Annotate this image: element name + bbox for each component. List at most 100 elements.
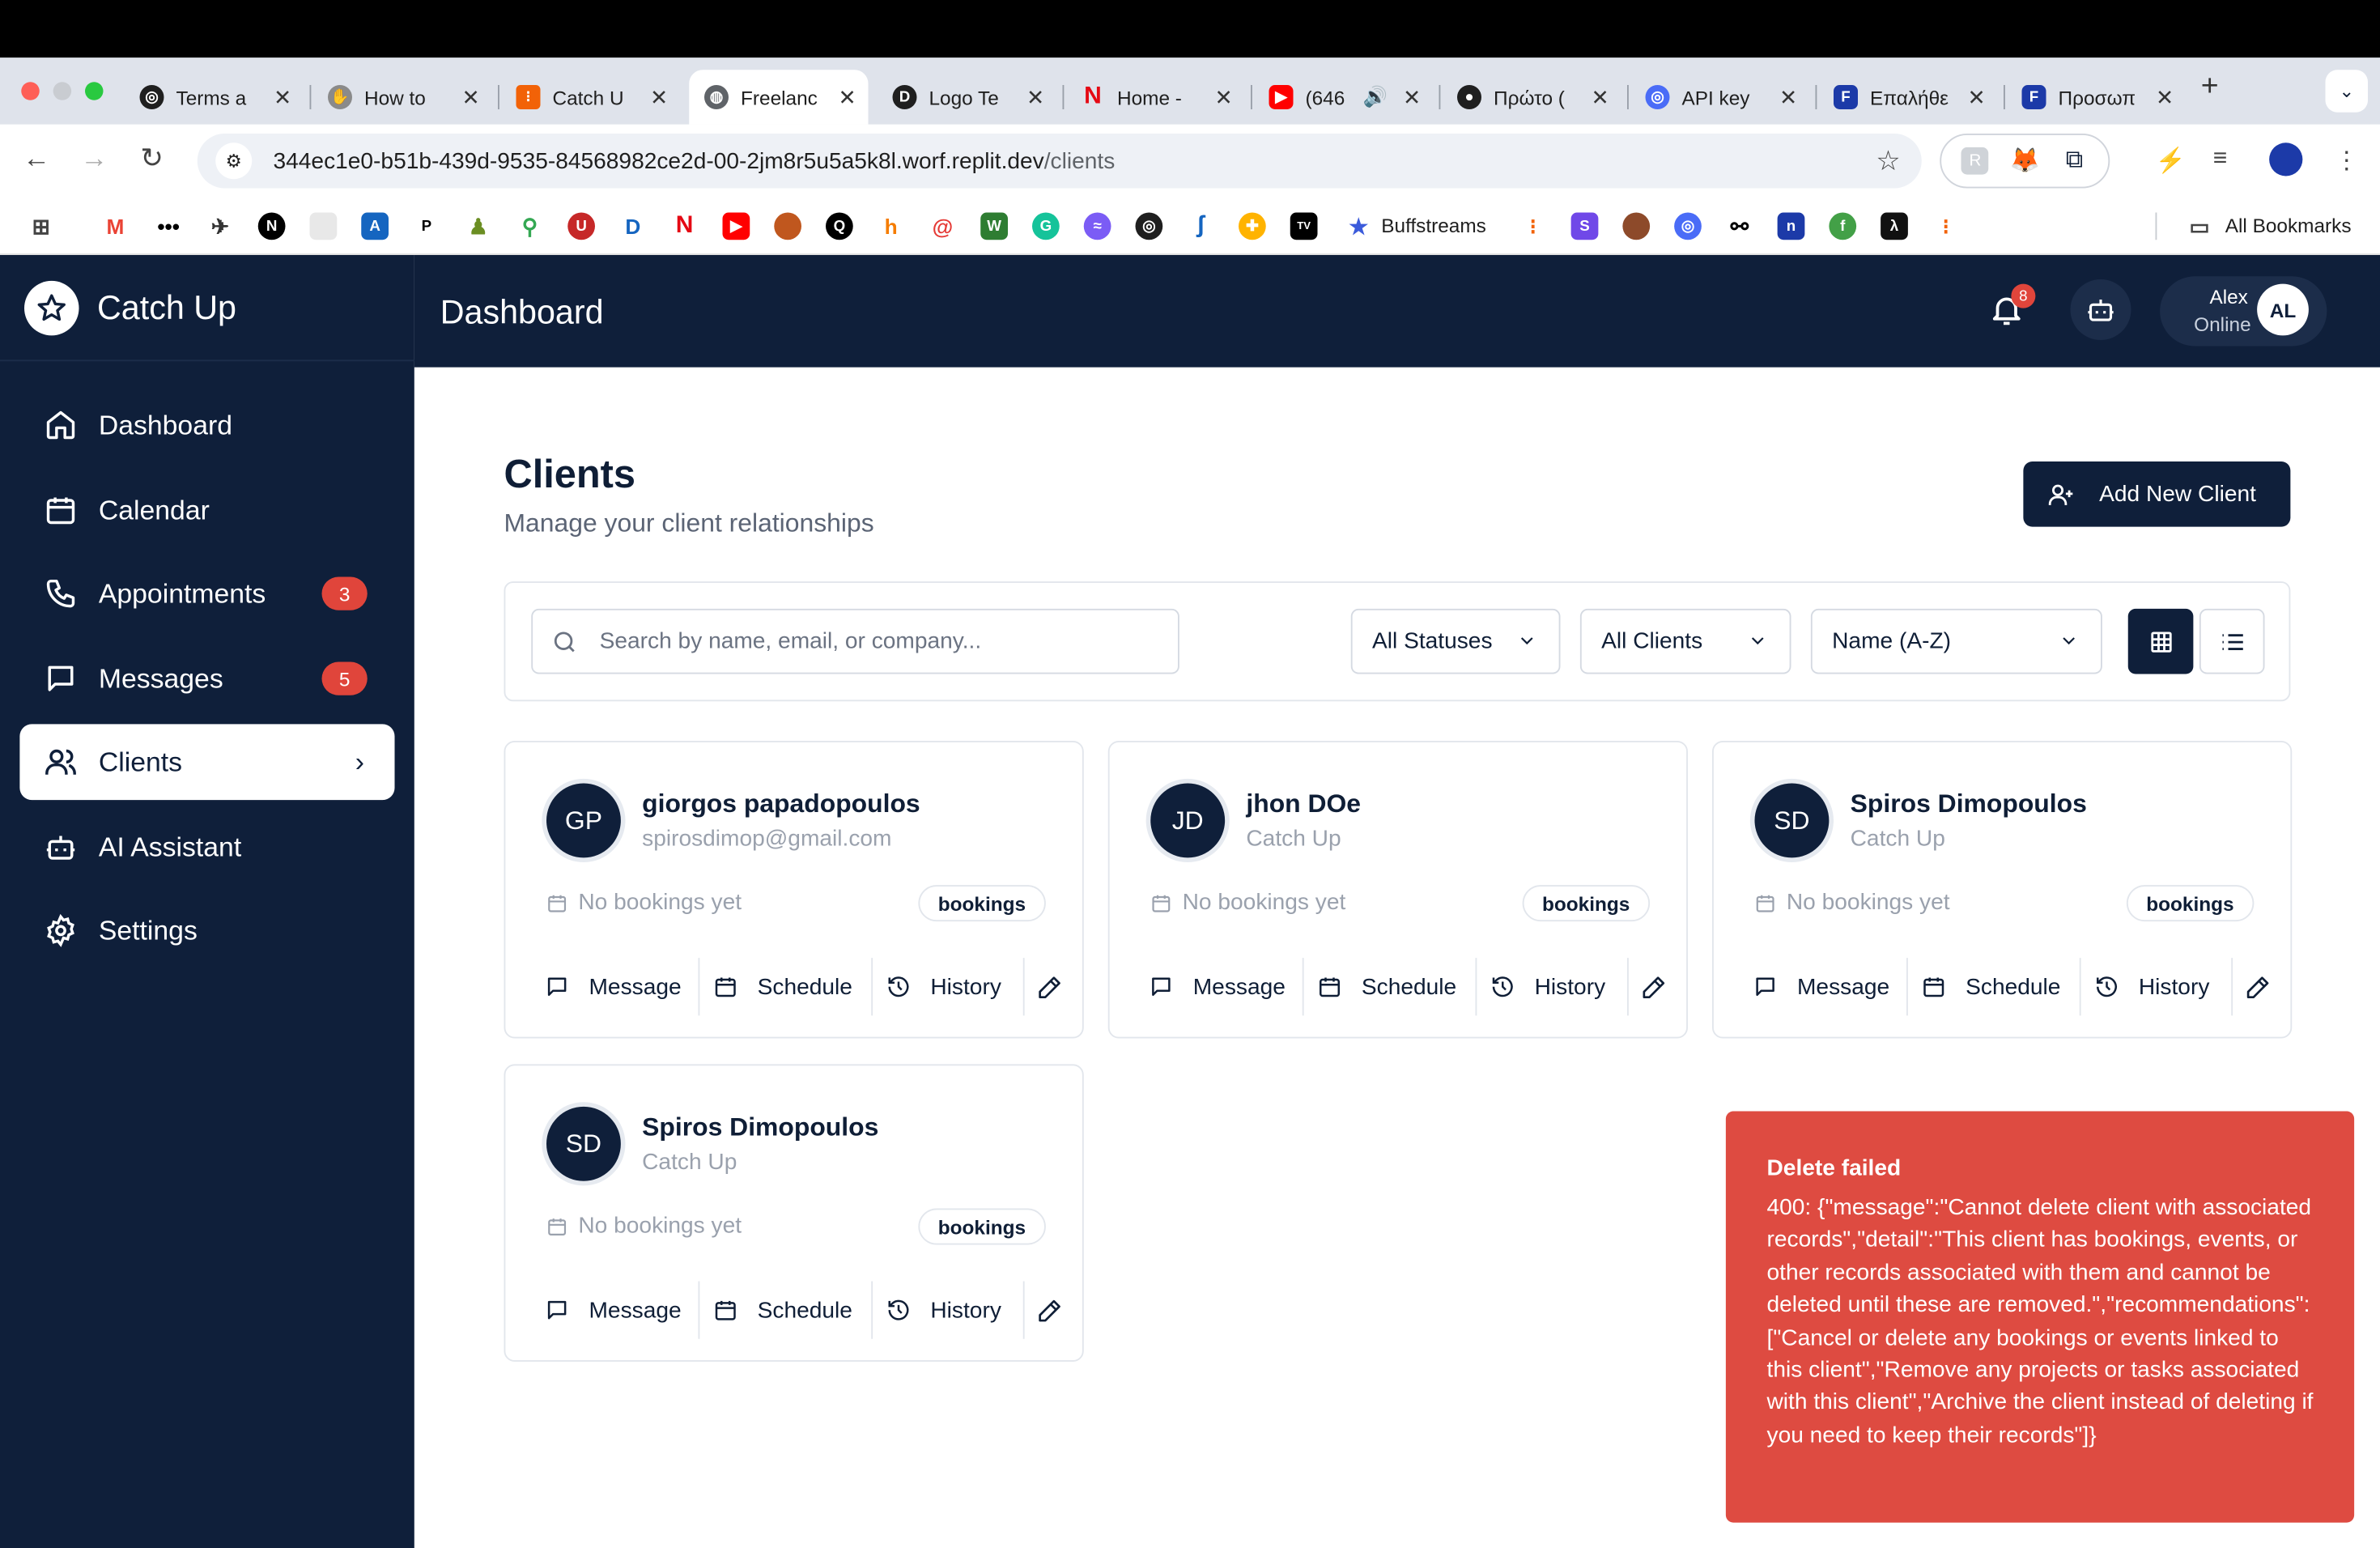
message-button[interactable]: Message xyxy=(1149,955,1286,1019)
reload-icon[interactable]: ↻ xyxy=(134,142,170,174)
minimize-window-button[interactable] xyxy=(53,82,72,100)
sidebar-item-appointments[interactable]: Appointments 3 xyxy=(19,555,394,632)
close-tab-icon[interactable]: ✕ xyxy=(1214,84,1232,110)
apps-grid-icon[interactable]: ⊞ xyxy=(28,213,55,240)
sidebar-item-settings[interactable]: Settings xyxy=(19,893,394,969)
browser-tab[interactable]: ⁝ Catch U ✕ xyxy=(501,70,680,125)
browser-tab[interactable]: ◎ API key ✕ xyxy=(1630,70,1809,125)
dots-icon[interactable]: ••• xyxy=(155,213,182,240)
maximize-window-button[interactable] xyxy=(85,82,104,100)
s-purple-icon[interactable]: S xyxy=(1570,212,1599,240)
metamask-icon[interactable]: 🦊 xyxy=(2010,147,2040,175)
brand[interactable]: Catch Up xyxy=(0,255,414,362)
edit-button[interactable] xyxy=(1037,955,1082,1019)
u-icon[interactable]: U xyxy=(567,212,595,240)
client-card[interactable]: SD Spiros Dimopoulos Catch Up No booking… xyxy=(504,1064,1084,1362)
close-tab-icon[interactable]: ✕ xyxy=(650,84,668,110)
add-new-client-button[interactable]: Add New Client xyxy=(2023,461,2291,527)
sidebar-item-dashboard[interactable]: Dashboard xyxy=(19,387,394,463)
profile-avatar[interactable] xyxy=(2269,142,2303,176)
browser-tab[interactable]: ◎ Terms a ✕ xyxy=(125,70,304,125)
client-card[interactable]: SD Spiros Dimopoulos Catch Up No booking… xyxy=(1712,741,2293,1039)
bookmark-star-icon[interactable]: ☆ xyxy=(1876,145,1900,176)
notion-icon[interactable]: N xyxy=(257,212,286,240)
bookmark-buffstreams[interactable]: Buffstreams xyxy=(1381,214,1486,236)
history-button[interactable]: History xyxy=(2095,955,2209,1019)
history-button[interactable]: History xyxy=(886,1278,1001,1342)
client-filter-select[interactable]: All Clients xyxy=(1579,608,1791,674)
h-icon[interactable]: h xyxy=(878,213,905,240)
edit-button[interactable] xyxy=(2245,955,2290,1019)
api-icon[interactable]: ◎ xyxy=(1674,212,1702,240)
sidebar-item-ai-assistant[interactable]: AI Assistant xyxy=(19,809,394,885)
youtube-icon[interactable]: ▶ xyxy=(722,212,750,240)
schedule-button[interactable]: Schedule xyxy=(1318,955,1456,1019)
new-tab-icon[interactable]: + xyxy=(2201,70,2219,104)
puzzle-icon[interactable]: ⧉ xyxy=(2061,147,2089,175)
maps-icon[interactable]: ⚲ xyxy=(516,213,544,240)
all-bookmarks[interactable]: All Bookmarks xyxy=(2225,214,2352,236)
grammarly-icon[interactable]: G xyxy=(1032,212,1060,240)
client-card[interactable]: GP giorgos papadopoulos spirosdimop@gmai… xyxy=(504,741,1084,1039)
fn-icon[interactable]: f xyxy=(1829,212,1857,240)
close-tab-icon[interactable]: ✕ xyxy=(1403,84,1421,110)
folder-icon[interactable]: ▭ xyxy=(2186,213,2213,240)
schedule-button[interactable]: Schedule xyxy=(713,955,852,1019)
status-filter-select[interactable]: All Statuses xyxy=(1350,608,1561,674)
close-tab-icon[interactable]: ✕ xyxy=(1591,84,1609,110)
gmail-icon[interactable]: M xyxy=(102,213,130,240)
search-box[interactable] xyxy=(531,608,1179,674)
openai-icon[interactable] xyxy=(309,212,338,240)
sidebar-item-clients[interactable]: Clients › xyxy=(19,724,395,801)
d-icon[interactable]: D xyxy=(619,213,647,240)
orange-icon[interactable] xyxy=(774,212,801,240)
brown-icon[interactable] xyxy=(1622,212,1651,240)
netflix-icon[interactable]: N xyxy=(671,213,699,240)
schedule-button[interactable]: Schedule xyxy=(713,1278,852,1342)
address-bar[interactable]: ⚙ 344ec1e0-b51b-439d-9535-84568982ce2d-0… xyxy=(197,134,1922,189)
browser-tab[interactable]: ● Πρώτο (✕ xyxy=(1442,70,1621,125)
edit-button[interactable] xyxy=(1641,955,1686,1019)
menu-icon[interactable]: ⋮ xyxy=(2335,146,2359,176)
client-card[interactable]: JD jhon DOe Catch Up No bookings yet boo… xyxy=(1107,741,1688,1039)
history-button[interactable]: History xyxy=(886,955,1001,1019)
back-icon[interactable]: ← xyxy=(19,142,55,174)
avatar[interactable]: AL xyxy=(2257,283,2309,336)
replit-icon[interactable]: ⁝ xyxy=(1519,213,1547,240)
q-icon[interactable]: Q xyxy=(826,212,853,240)
close-tab-icon[interactable]: ✕ xyxy=(274,84,291,110)
performance-icon[interactable]: ⚡ xyxy=(2156,146,2186,176)
speaker-icon[interactable]: 🔊 xyxy=(1363,85,1388,109)
bird-icon[interactable]: ✈ xyxy=(206,213,234,240)
browser-tab[interactable]: N Home - ✕ xyxy=(1065,70,1244,125)
forward-icon[interactable]: → xyxy=(76,142,113,174)
close-tab-icon[interactable]: ✕ xyxy=(461,84,479,110)
close-tab-icon[interactable]: ✕ xyxy=(838,84,856,110)
tv-icon[interactable]: TV xyxy=(1290,212,1318,240)
replit-icon[interactable]: ⁝ xyxy=(1932,213,1960,240)
browser-tab[interactable]: F Προσωπ ✕ xyxy=(2007,70,2186,125)
close-tab-icon[interactable]: ✕ xyxy=(1967,84,1985,110)
link-icon[interactable]: ⚯ xyxy=(1726,213,1753,240)
c-icon[interactable]: @ xyxy=(929,213,957,240)
media-control-icon[interactable]: ≡ xyxy=(2213,146,2228,173)
figure-icon[interactable]: ♟ xyxy=(465,213,492,240)
browser-tab-active[interactable]: ◍ Freelanc ✕ xyxy=(689,70,869,125)
tab-search-icon[interactable]: ⌄ xyxy=(2325,70,2368,113)
list-view-button[interactable] xyxy=(2199,608,2265,674)
history-button[interactable]: History xyxy=(1490,955,1605,1019)
close-window-button[interactable] xyxy=(21,82,40,100)
chatgpt-icon[interactable]: ◎ xyxy=(1135,212,1163,240)
browser-tab[interactable]: F Επαλήθε ✕ xyxy=(1818,70,1997,125)
browser-tab[interactable]: ✋ How to ✕ xyxy=(312,70,491,125)
edit-button[interactable] xyxy=(1037,1278,1082,1342)
ai-assistant-button[interactable] xyxy=(2070,279,2131,340)
search-input[interactable] xyxy=(599,628,1146,655)
browser-tab[interactable]: ▶ (646 🔊 ✕ xyxy=(1254,70,1433,125)
sort-select[interactable]: Name (A-Z) xyxy=(1810,608,2102,674)
schedule-button[interactable]: Schedule xyxy=(1922,955,2060,1019)
green-icon[interactable]: W xyxy=(980,212,1008,240)
p-icon[interactable]: P xyxy=(413,213,440,240)
ball-icon[interactable]: ✚ xyxy=(1239,212,1266,240)
lambda-icon[interactable]: λ xyxy=(1881,212,1908,240)
